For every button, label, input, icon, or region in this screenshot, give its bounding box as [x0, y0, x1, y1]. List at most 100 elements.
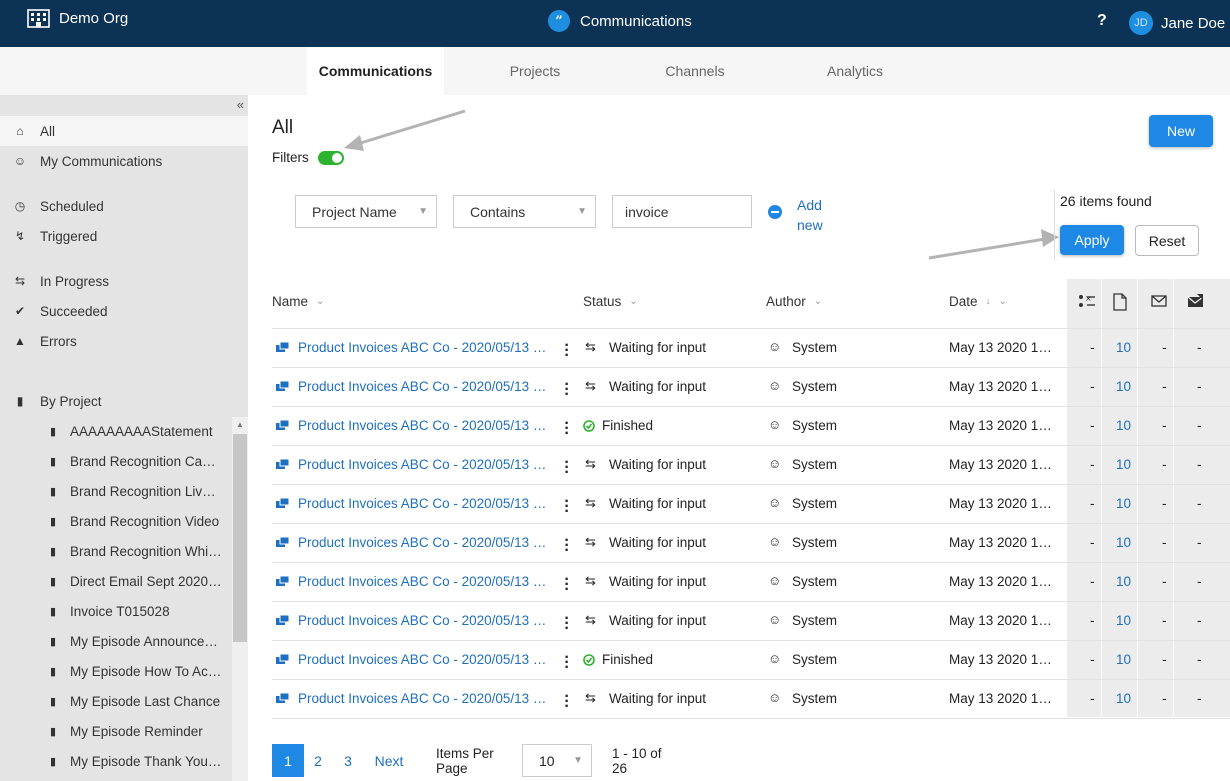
documents-count-link[interactable]: 10	[1116, 535, 1131, 550]
apply-button[interactable]: Apply	[1060, 225, 1124, 255]
variables-count: -	[1090, 691, 1095, 706]
documents-count-link[interactable]: 10	[1116, 418, 1131, 433]
next-page-button[interactable]: Next	[368, 744, 410, 777]
tab-projects[interactable]: Projects	[470, 47, 600, 95]
variables-column-icon[interactable]: ×	[1078, 293, 1096, 309]
communication-name-link[interactable]: Product Invoices ABC Co - 2020/05/13 01:…	[298, 418, 553, 433]
org-switcher[interactable]: Demo Org	[27, 9, 128, 28]
documents-count-link[interactable]: 10	[1116, 652, 1131, 667]
sidebar-item-by-project[interactable]: ▮ By Project	[0, 386, 248, 416]
page-3-button[interactable]: 3	[334, 744, 362, 777]
page-1-button[interactable]: 1	[272, 744, 304, 777]
row-menu-icon[interactable]: · · ·	[564, 377, 570, 403]
sidebar-item-scheduled[interactable]: ◷ Scheduled	[0, 191, 248, 221]
user-menu[interactable]: JD Jane Doe	[1129, 11, 1225, 35]
sidebar-project-item[interactable]: ▮ My Episode How To Access	[0, 656, 232, 686]
sidebar-project-item[interactable]: ▮ My Episode Thank You For	[0, 746, 232, 776]
documents-count-link[interactable]: 10	[1116, 574, 1131, 589]
variables-count: -	[1090, 652, 1095, 667]
svg-text:×: ×	[1085, 294, 1092, 303]
sidebar-project-item[interactable]: ▮ Brand Recognition Video	[0, 506, 232, 536]
tab-communications[interactable]: Communications	[307, 47, 444, 95]
row-divider	[272, 601, 1230, 602]
column-header-name[interactable]: Name ⌄	[272, 294, 324, 309]
sidebar-project-item[interactable]: ▮ Brand Recognition Live Demo	[0, 476, 232, 506]
sidebar-project-item[interactable]: ▮ AAAAAAAAAStatement	[0, 416, 232, 446]
row-menu-icon[interactable]: · · ·	[564, 611, 570, 637]
column-header-status[interactable]: Status ⌄	[583, 294, 638, 309]
communication-name-link[interactable]: Product Invoices ABC Co - 2020/05/13 01:…	[298, 340, 553, 355]
sidebar-project-item[interactable]: ▮ Invoice T015028	[0, 596, 232, 626]
sidebar-project-item[interactable]: ▮ My Episode Last Chance	[0, 686, 232, 716]
sidebar-project-item[interactable]: ▮ Brand Recognition White Paper	[0, 536, 232, 566]
scroll-up-arrow-icon[interactable]: ▲	[236, 420, 244, 429]
row-menu-icon[interactable]: · · ·	[564, 533, 570, 559]
sidebar-item-triggered[interactable]: ↯ Triggered	[0, 221, 248, 251]
author-text: System	[792, 340, 838, 355]
communication-name-link[interactable]: Product Invoices ABC Co - 2020/05/13 12:…	[298, 613, 553, 628]
sidebar-item-my-communications[interactable]: ☺ My Communications	[0, 146, 248, 176]
sidebar-item-all[interactable]: ⌂ All	[0, 116, 248, 146]
filter-field-select[interactable]: Project Name ▼	[295, 195, 437, 228]
page-2-button[interactable]: 2	[304, 744, 332, 777]
remove-filter-icon[interactable]	[768, 205, 782, 219]
tab-analytics[interactable]: Analytics	[790, 47, 920, 95]
print-mail-column-icon[interactable]	[1187, 294, 1204, 308]
user-name: Jane Doe	[1161, 14, 1226, 32]
documents-count-link[interactable]: 10	[1116, 340, 1131, 355]
sidebar-project-item[interactable]: ▮ My Episode Reminder	[0, 716, 232, 746]
document-column-icon[interactable]	[1112, 293, 1128, 311]
documents-count-link[interactable]: 10	[1116, 613, 1131, 628]
email-count: -	[1162, 613, 1167, 628]
sidebar-project-item[interactable]: ▮ Direct Email Sept 2020 Event	[0, 566, 232, 596]
row-menu-icon[interactable]: · · ·	[564, 650, 570, 676]
new-button[interactable]: New	[1149, 115, 1213, 147]
reset-button[interactable]: Reset	[1135, 225, 1199, 256]
communication-name-link[interactable]: Product Invoices ABC Co - 2020/05/13 12:…	[298, 574, 553, 589]
sidebar-item-errors[interactable]: ▲ Errors	[0, 326, 248, 356]
book-icon: ▮	[49, 515, 56, 528]
row-menu-icon[interactable]: · · ·	[564, 455, 570, 481]
communication-icon	[276, 576, 289, 586]
sidebar-project-item[interactable]: ▮ Brand Recognition Case Study	[0, 446, 232, 476]
chevron-down-icon: ▼	[418, 206, 428, 217]
communication-name-link[interactable]: Product Invoices ABC Co - 2020/05/13 12:…	[298, 691, 553, 706]
items-per-page-select[interactable]: 10 ▼	[522, 744, 592, 777]
help-button[interactable]: ?	[1097, 12, 1107, 30]
documents-count-link[interactable]: 10	[1116, 691, 1131, 706]
row-menu-icon[interactable]: · · ·	[564, 689, 570, 715]
collapse-sidebar-button[interactable]: «	[237, 97, 244, 112]
communication-name-link[interactable]: Product Invoices ABC Co - 2020/05/13 01:…	[298, 379, 553, 394]
row-menu-icon[interactable]: · · ·	[564, 416, 570, 442]
column-header-author[interactable]: Author ⌄	[766, 294, 822, 309]
sidebar-item-succeeded[interactable]: ✔ Succeeded	[0, 296, 248, 326]
documents-count-link[interactable]: 10	[1116, 379, 1131, 394]
status-text: Waiting for input	[609, 340, 707, 355]
chevron-down-icon: ⌄	[813, 296, 823, 307]
sort-descending-icon: ↓	[985, 296, 991, 307]
filter-value-input[interactable]: invoice	[612, 195, 752, 228]
filter-operator-select[interactable]: Contains ▼	[453, 195, 596, 228]
row-menu-icon[interactable]: · · ·	[564, 338, 570, 364]
communication-name-link[interactable]: Product Invoices ABC Co - 2020/05/13 01:…	[298, 535, 553, 550]
column-header-date[interactable]: Date ↓ ⌄	[949, 294, 1007, 309]
communication-name-link[interactable]: Product Invoices ABC Co - 2020/05/13 01:…	[298, 457, 553, 472]
sidebar-item-in-progress[interactable]: ⇆ In Progress	[0, 266, 248, 296]
row-menu-icon[interactable]: · · ·	[564, 494, 570, 520]
sidebar-project-item[interactable]: ▮ My Episode Announcement	[0, 626, 232, 656]
communication-name-link[interactable]: Product Invoices ABC Co - 2020/05/13 01:…	[298, 496, 553, 511]
row-menu-icon[interactable]: · · ·	[564, 572, 570, 598]
documents-count-link[interactable]: 10	[1116, 457, 1131, 472]
waiting-icon: ⇆	[585, 612, 596, 627]
documents-count-link[interactable]: 10	[1116, 496, 1131, 511]
sidebar-item-label: Succeeded	[40, 303, 108, 319]
email-column-icon[interactable]	[1151, 295, 1167, 307]
scrollbar-thumb[interactable]	[233, 434, 247, 642]
divider	[1173, 279, 1174, 717]
annotation-arrow	[344, 109, 466, 151]
sidebar-item-label: By Project	[40, 393, 102, 409]
communication-name-link[interactable]: Product Invoices ABC Co - 2020/05/13 12:…	[298, 652, 553, 667]
tab-channels[interactable]: Channels	[630, 47, 760, 95]
divider	[1137, 279, 1138, 717]
add-new-filter-link[interactable]: Add new	[797, 195, 837, 235]
